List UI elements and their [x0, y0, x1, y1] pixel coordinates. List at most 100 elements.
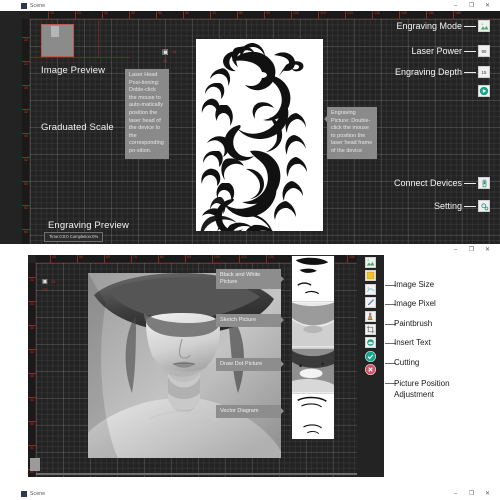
- tool-label-cutting: Cutting: [394, 358, 420, 367]
- ruler-tick: 60: [22, 229, 30, 234]
- check-icon[interactable]: [365, 350, 376, 362]
- tool-label-paintbrush: Paintbrush: [394, 319, 433, 328]
- label-graduated-scale: Graduated Scale: [41, 122, 114, 133]
- callout-draw-dot-picture: Draw Dot Picture: [216, 358, 284, 371]
- close-button[interactable]: ✕: [484, 491, 491, 497]
- control-setting[interactable]: Setting: [434, 200, 490, 212]
- control-laser-power-label: Laser Power: [411, 46, 462, 56]
- minimize-button[interactable]: –: [452, 491, 459, 497]
- gear-icon[interactable]: [478, 200, 490, 212]
- control-setting-label: Setting: [433, 201, 462, 211]
- top-window-controls: – ❐ ✕: [452, 3, 500, 9]
- laser-power-value[interactable]: 90: [478, 45, 490, 57]
- callout-vector-diagram: Vector Diagram: [216, 405, 284, 418]
- ruler-tick: 100: [291, 11, 299, 19]
- engraving-artwork-dragon[interactable]: [196, 39, 323, 231]
- close-button[interactable]: ✕: [484, 247, 491, 253]
- tool-label-image-pixel: Image Pixel: [394, 299, 436, 308]
- tool-label-insert-text: Insert Text: [394, 338, 431, 347]
- panel1-vertical-ruler: 22 23 30 32 40 42 50 52 60: [22, 19, 30, 244]
- ruler-tick: 22: [28, 277, 36, 282]
- laser-head-crosshair-icon[interactable]: ▣: [162, 49, 169, 56]
- leader-line: [464, 25, 476, 27]
- ruler-tick: 50: [28, 421, 36, 426]
- top-window-titlebar: Scene – ❐ ✕: [0, 0, 500, 11]
- ruler-tick: 23: [28, 301, 36, 306]
- control-connect-devices-label: Connect Devices: [393, 178, 462, 188]
- panel1-workspace[interactable]: 10 20 30 40 50 60 70 80 90 100 110 120 130 140 150 160 …: [0, 11, 500, 244]
- crop-icon[interactable]: [365, 323, 376, 335]
- ruler-tick: 32: [28, 349, 36, 354]
- maximize-button[interactable]: ❐: [468, 491, 475, 497]
- leader-line: [464, 50, 476, 52]
- image-preview-thumbnail[interactable]: [41, 24, 74, 57]
- play-icon[interactable]: [478, 85, 490, 97]
- leader-line: [464, 71, 476, 73]
- control-start-engraving[interactable]: [478, 85, 490, 97]
- ruler-tick: 40: [28, 373, 36, 378]
- middle-window-titlebar: – ❐ ✕: [0, 244, 500, 255]
- ruler-tick: 70: [210, 11, 216, 19]
- panel2-tool-column[interactable]: [357, 255, 384, 477]
- control-engraving-mode[interactable]: Engraving Mode: [396, 20, 490, 32]
- thumbnail-inner: [50, 26, 60, 37]
- minimize-button[interactable]: –: [452, 247, 459, 253]
- control-engraving-depth[interactable]: Engraving Depth 15: [395, 66, 490, 78]
- engraving-depth-value[interactable]: 15: [478, 66, 490, 78]
- usb-icon[interactable]: [478, 177, 490, 189]
- thumbnail-black-and-white[interactable]: [292, 256, 334, 302]
- paintbrush-icon[interactable]: [365, 297, 376, 309]
- ruler-tick: 40: [50, 255, 56, 263]
- callout-sketch-picture: Sketch Picture: [216, 314, 284, 327]
- ruler-tick: 30: [22, 85, 30, 90]
- mountain-icon[interactable]: [478, 20, 490, 32]
- callout-engraving-picture: Engraving Picture: Double-click the mous…: [324, 107, 377, 159]
- ruler-tick: 80: [158, 255, 164, 263]
- panel2-vertical-ruler: 22 23 30 32 40 42 50 52 60: [28, 263, 36, 477]
- close-button[interactable]: ✕: [484, 3, 491, 9]
- panel2-workspace[interactable]: 405060708090100110120130140150160 222330…: [28, 255, 384, 477]
- position-icon[interactable]: [365, 337, 376, 349]
- square-yellow-icon[interactable]: [365, 270, 376, 282]
- ruler-tick: 80: [237, 11, 243, 19]
- ruler-tick: 60: [104, 255, 110, 263]
- ruler-tick: 70: [131, 255, 137, 263]
- insert-text-icon[interactable]: [365, 310, 376, 322]
- maximize-button[interactable]: ❐: [468, 247, 475, 253]
- thumbnail-sketch[interactable]: [292, 302, 334, 348]
- ruler-tick: 40: [22, 133, 30, 138]
- bottom-window-controls: – ❐ ✕: [452, 491, 500, 497]
- ruler-tick: 30: [28, 325, 36, 330]
- thumbnail-vector-diagram[interactable]: [292, 394, 334, 439]
- ruler-tick: 23: [22, 61, 30, 66]
- callout-black-and-white-picture: Black and White Picture: [216, 269, 284, 289]
- style-thumbnail-strip[interactable]: [291, 255, 335, 440]
- ruler-tick: 120: [345, 11, 353, 19]
- cancel-icon[interactable]: [365, 364, 376, 376]
- label-engraving-preview: Engraving Preview: [48, 220, 129, 231]
- top-window-title: Scene: [30, 2, 46, 9]
- panel2-horizontal-scrollbar[interactable]: [36, 473, 366, 475]
- ruler-tick: 50: [156, 11, 162, 19]
- panel2-scroll-nub[interactable]: [30, 458, 40, 471]
- panel2-crosshair-value-v: 23: [43, 288, 47, 292]
- control-connect-devices[interactable]: Connect Devices: [394, 177, 490, 189]
- ruler-tick: 130: [372, 11, 380, 19]
- maximize-button[interactable]: ❐: [468, 3, 475, 9]
- app-icon: [21, 490, 27, 497]
- mountain-icon[interactable]: [365, 257, 376, 268]
- bottom-window-titlebar: Scene – ❐ ✕: [0, 487, 500, 500]
- thumbnail-draw-dot[interactable]: [292, 348, 334, 394]
- control-engraving-depth-label: Engraving Depth: [394, 67, 462, 77]
- crosshair-value-v: 25: [163, 59, 167, 63]
- minimize-button[interactable]: –: [452, 3, 459, 9]
- callout-laser-head-positioning: Laser Head Posi-tioning: Doble-click the…: [125, 69, 169, 159]
- pixel-icon[interactable]: [365, 283, 376, 295]
- ruler-tick: 60: [183, 11, 189, 19]
- control-laser-power[interactable]: Laser Power 90: [411, 45, 490, 57]
- panel2-crosshair-icon[interactable]: ▣: [42, 279, 48, 286]
- ruler-tick: 32: [22, 109, 30, 114]
- ruler-tick: 10: [48, 11, 54, 19]
- screenshot-root: Scene – ❐ ✕ 10 20 30 40 50 60 70 80 90 100 110 120 1…: [0, 0, 500, 500]
- ruler-tick: 50: [77, 255, 83, 263]
